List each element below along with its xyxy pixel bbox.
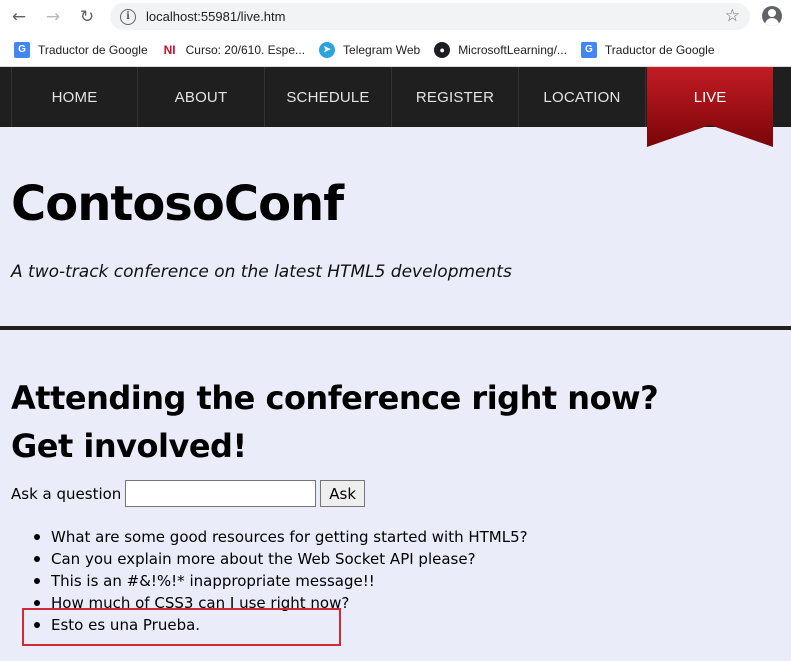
ask-label: Ask a question (11, 484, 122, 503)
address-bar[interactable]: i localhost:55981/live.htm ☆ (110, 3, 750, 30)
bookmark-item[interactable]: G Traductor de Google (580, 41, 715, 58)
question-input[interactable] (125, 480, 317, 507)
site-title: ContosoConf (11, 176, 344, 232)
bookmark-label: Traductor de Google (38, 42, 148, 57)
telegram-icon: ➤ (319, 41, 336, 58)
ni-icon: NI (163, 42, 176, 57)
github-icon: ● (434, 41, 451, 58)
bookmark-item[interactable]: G Traductor de Google (14, 41, 148, 58)
info-icon[interactable]: i (120, 8, 136, 25)
nav-register[interactable]: REGISTER (392, 67, 519, 127)
ask-form: Ask a question Ask (11, 480, 366, 507)
url-text: localhost:55981/live.htm (146, 9, 286, 24)
bookmark-item[interactable]: NI Curso: 20/610. Espe... (162, 42, 305, 58)
bookmark-item[interactable]: ➤ Telegram Web (319, 41, 421, 58)
ask-button[interactable]: Ask (320, 480, 366, 507)
profile-avatar-icon[interactable] (762, 6, 782, 26)
nav-home[interactable]: HOME (11, 67, 138, 127)
nav-schedule[interactable]: SCHEDULE (265, 67, 392, 127)
site-tagline: A two-track conference on the latest HTM… (11, 262, 512, 282)
list-item: Can you explain more about the Web Socke… (34, 548, 528, 570)
browser-toolbar: ← → ↻ i localhost:55981/live.htm ☆ (0, 0, 791, 34)
bookmark-label: MicrosoftLearning/... (458, 42, 567, 57)
reload-icon[interactable]: ↻ (76, 6, 98, 28)
forward-icon[interactable]: → (42, 6, 64, 28)
browser-chrome: ← → ↻ i localhost:55981/live.htm ☆ G Tra… (0, 0, 791, 67)
nav-about[interactable]: ABOUT (138, 67, 265, 127)
bookmark-label: Telegram Web (343, 42, 421, 57)
list-item: What are some good resources for getting… (34, 528, 528, 546)
section-heading: Attending the conference right now? Get … (11, 379, 659, 465)
bookmark-item[interactable]: ● MicrosoftLearning/... (434, 41, 567, 58)
section-divider (0, 326, 791, 330)
nav-live[interactable]: LIVE (647, 67, 773, 127)
nav-location[interactable]: LOCATION (519, 67, 646, 127)
bookmark-label: Curso: 20/610. Espe... (185, 42, 306, 57)
bookmarks-bar: G Traductor de Google NI Curso: 20/610. … (0, 34, 791, 65)
back-icon[interactable]: ← (8, 6, 30, 28)
google-translate-icon: G (580, 41, 597, 58)
google-translate-icon: G (14, 41, 30, 58)
bookmark-star-icon[interactable]: ☆ (725, 6, 740, 26)
highlight-box (22, 608, 341, 646)
list-item: This is an #&!%!* inappropriate message!… (34, 570, 528, 592)
bookmark-label: Traductor de Google (604, 42, 715, 57)
